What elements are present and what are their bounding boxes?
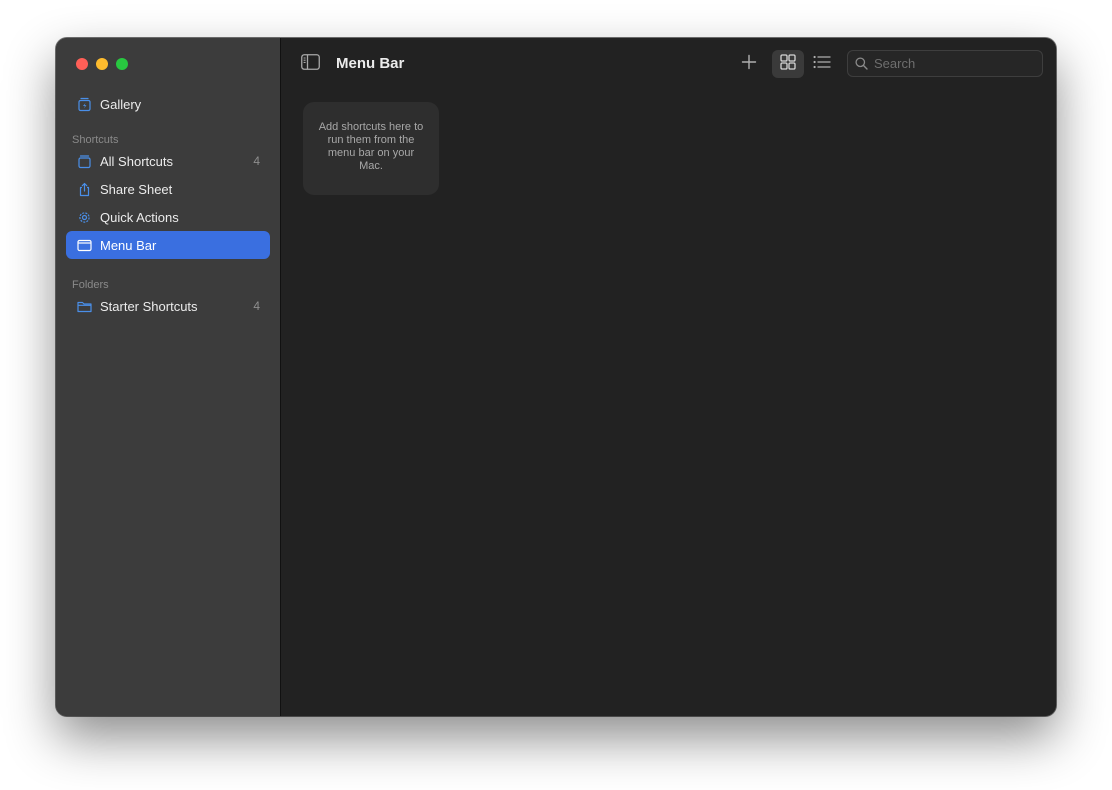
page-title: Menu Bar (336, 55, 405, 72)
sidebar-item-label: Gallery (100, 96, 142, 112)
shortcuts-window: Gallery Shortcuts All Shortcuts 4 Share … (56, 38, 1056, 716)
list-icon (813, 55, 831, 74)
menubar-icon (76, 237, 92, 253)
sidebar-item-menu-bar[interactable]: Menu Bar (66, 231, 270, 259)
sidebar-item-quick-actions[interactable]: Quick Actions (66, 203, 270, 231)
sidebar-item-label: Starter Shortcuts (100, 298, 198, 314)
sidebar-item-gallery[interactable]: Gallery (66, 90, 270, 118)
sidebar: Gallery Shortcuts All Shortcuts 4 Share … (56, 38, 281, 716)
item-count: 4 (253, 154, 260, 168)
sidebar-item-starter-shortcuts[interactable]: Starter Shortcuts 4 (66, 292, 270, 320)
minimize-button[interactable] (96, 58, 108, 70)
section-header-folders: Folders (72, 279, 109, 291)
close-button[interactable] (76, 58, 88, 70)
grid-view-button[interactable] (772, 50, 804, 78)
sidebar-item-all-shortcuts[interactable]: All Shortcuts 4 (66, 147, 270, 175)
search-icon (848, 57, 874, 70)
stack-icon (76, 153, 92, 169)
search-field[interactable] (847, 50, 1043, 77)
folder-icon (76, 298, 92, 314)
share-icon (76, 181, 92, 197)
list-view-button[interactable] (806, 50, 838, 78)
grid-icon (780, 53, 796, 75)
main-content: Menu Bar Search Add shortcuts here to ru… (281, 38, 1056, 716)
search-input[interactable] (874, 56, 1034, 71)
sidebar-item-label: All Shortcuts (100, 153, 173, 169)
zoom-button[interactable] (116, 58, 128, 70)
sidebar-item-label: Share Sheet (100, 181, 173, 197)
traffic-lights (76, 58, 128, 70)
sidebar-toggle-icon (300, 53, 320, 75)
item-count: 4 (253, 299, 260, 313)
add-shortcut-button[interactable] (733, 50, 765, 78)
gear-icon (76, 209, 92, 225)
sidebar-item-share-sheet[interactable]: Share Sheet (66, 175, 270, 203)
gallery-icon (76, 96, 92, 112)
sidebar-nav: Gallery Shortcuts All Shortcuts 4 Share … (66, 90, 270, 320)
sidebar-toggle-button[interactable] (300, 53, 320, 75)
plus-icon (741, 54, 757, 75)
sidebar-item-label: Menu Bar (100, 237, 157, 253)
empty-state-message: Add shortcuts here to run them from the … (318, 121, 424, 172)
section-header-shortcuts: Shortcuts (72, 134, 119, 146)
sidebar-item-label: Quick Actions (100, 209, 179, 225)
toolbar: Menu Bar (281, 38, 1056, 90)
empty-state-card: Add shortcuts here to run them from the … (303, 102, 439, 195)
